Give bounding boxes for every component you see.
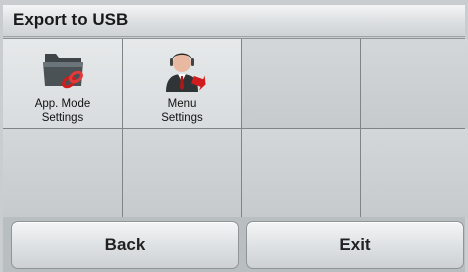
empty-cell [361,39,468,128]
exit-button[interactable]: Exit [246,221,464,269]
menu-grid: App. Mode Settings Menu Settings [3,38,468,218]
menu-item-menu-settings[interactable]: Menu Settings [123,39,241,128]
menu-item-label: App. Mode Settings [34,98,91,124]
back-button[interactable]: Back [11,221,239,269]
folder-link-icon [42,54,83,89]
empty-cell [3,129,122,218]
empty-cell [361,129,468,218]
title-bar: Export to USB [3,5,465,37]
menu-item-app-mode-settings[interactable]: App. Mode Settings [3,39,122,128]
empty-cell [242,39,360,128]
user-arrow-icon [166,53,206,92]
empty-cell [242,129,360,218]
button-bar: Back Exit [3,217,465,272]
screen: Export to USB App. Mode Settings Menu Se… [0,0,468,272]
empty-cell [123,129,241,218]
page-title: Export to USB [13,10,129,29]
menu-item-label: Menu Settings [161,98,203,124]
